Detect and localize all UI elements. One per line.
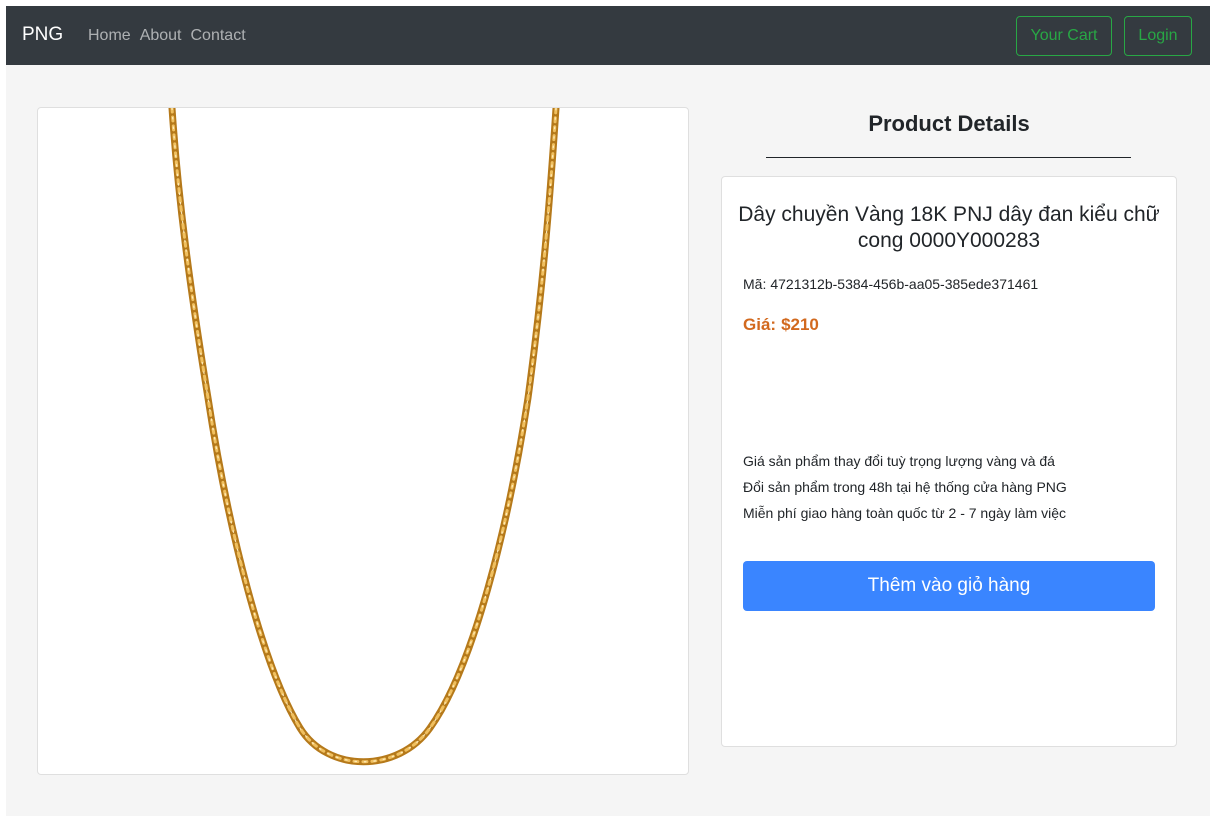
page: PNG Home About Contact Your Cart Login P… [6,6,1210,816]
add-to-cart-button[interactable]: Thêm vào giỏ hàng [743,561,1155,611]
navbar: PNG Home About Contact Your Cart Login [6,6,1210,65]
product-code-value: 4721312b-5384-456b-aa05-385ede371461 [770,276,1039,292]
product-image-card [37,107,689,775]
product-details-heading: Product Details [868,111,1030,136]
nav-links: Home About Contact [88,25,255,47]
product-price: Giá: $210 [743,314,819,336]
login-button[interactable]: Login [1124,16,1192,56]
your-cart-button[interactable]: Your Cart [1016,16,1112,56]
nav-link-about[interactable]: About [140,25,182,47]
product-details-card: Dây chuyền Vàng 18K PNJ dây đan kiểu chữ… [721,176,1177,747]
nav-link-contact[interactable]: Contact [191,25,246,47]
product-price-label: Giá: [743,315,777,334]
policy-list: Giá sản phẩm thay đổi tuỳ trọng lượng và… [743,448,1067,526]
policy-item: Miễn phí giao hàng toàn quốc từ 2 - 7 ng… [743,505,1067,521]
product-price-value: $210 [781,315,819,334]
policy-item: Đổi sản phẩm trong 48h tại hệ thống cửa … [743,479,1067,495]
gold-chain-necklace-icon [168,108,560,766]
product-name: Dây chuyền Vàng 18K PNJ dây đan kiểu chữ… [738,203,1160,252]
nav-link-home[interactable]: Home [88,25,131,47]
brand-link[interactable]: PNG [22,23,63,47]
product-code-label: Mã: [743,276,767,292]
policy-item: Giá sản phẩm thay đổi tuỳ trọng lượng và… [743,453,1055,469]
heading-divider [766,157,1131,158]
product-code: Mã: 4721312b-5384-456b-aa05-385ede371461 [743,274,1038,294]
